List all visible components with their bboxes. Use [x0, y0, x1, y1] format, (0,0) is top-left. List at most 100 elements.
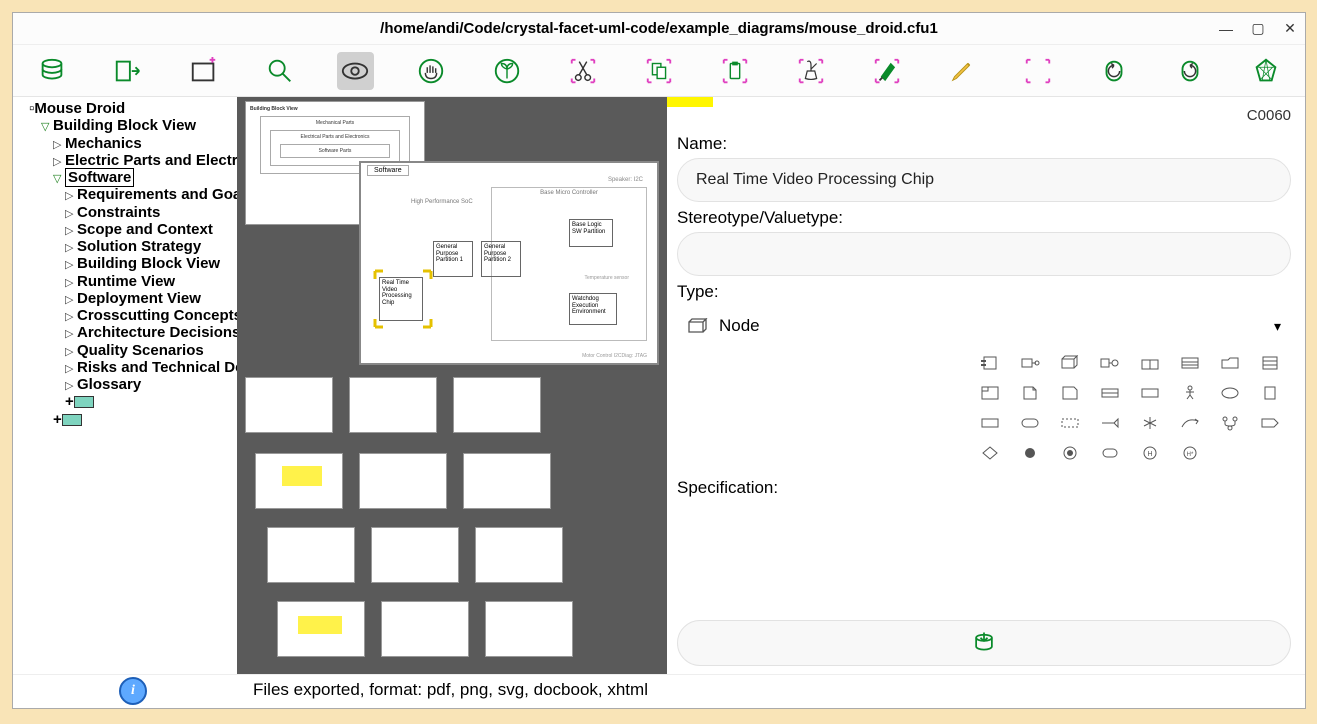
- export-icon[interactable]: [109, 52, 147, 90]
- tree-item[interactable]: Deployment View: [13, 290, 237, 307]
- tree-item[interactable]: Scope and Context: [13, 221, 237, 238]
- node[interactable]: General Purpose Partition 1: [433, 241, 473, 277]
- diagram-thumb[interactable]: [255, 453, 343, 509]
- redo-icon[interactable]: [1171, 52, 1209, 90]
- type-palette: H H*: [975, 350, 1285, 466]
- palette-component-icon[interactable]: [1015, 350, 1045, 376]
- palette-boundary-icon[interactable]: [1255, 380, 1285, 406]
- node-icon: [687, 318, 709, 334]
- view-icon[interactable]: [337, 52, 375, 90]
- palette-state-icon[interactable]: [1095, 440, 1125, 466]
- database-icon[interactable]: [33, 52, 71, 90]
- tree-item[interactable]: Solution Strategy: [13, 238, 237, 255]
- edit-icon[interactable]: [944, 52, 982, 90]
- tree-item[interactable]: Glossary: [13, 376, 237, 393]
- reset-selection-icon[interactable]: [1019, 52, 1057, 90]
- node-selected[interactable]: Real Time Video Processing Chip: [379, 277, 423, 321]
- palette-send-icon[interactable]: [1135, 410, 1165, 436]
- palette-interface-icon[interactable]: [1095, 350, 1125, 376]
- tree-item[interactable]: Quality Scenarios: [13, 342, 237, 359]
- palette-dashed-icon[interactable]: [1055, 410, 1085, 436]
- tree-item[interactable]: Constraints: [13, 204, 237, 221]
- highlight-icon[interactable]: [868, 52, 906, 90]
- node[interactable]: Watchdog Execution Environment: [569, 293, 617, 325]
- palette-initial-icon[interactable]: [1015, 440, 1045, 466]
- tree-item[interactable]: Mechanics: [13, 135, 237, 152]
- tree-item[interactable]: Requirements and Goals: [13, 186, 237, 203]
- diagram-thumb[interactable]: [453, 377, 541, 433]
- window-controls: ― ▢ ✕: [1217, 20, 1299, 38]
- palette-table-icon[interactable]: [1175, 350, 1205, 376]
- info-icon: i: [119, 677, 147, 705]
- palette-decision-icon[interactable]: [975, 440, 1005, 466]
- tree-item[interactable]: Runtime View: [13, 273, 237, 290]
- node[interactable]: General Purpose Partition 2: [481, 241, 521, 277]
- palette-object-icon[interactable]: [1135, 380, 1165, 406]
- cut-icon[interactable]: [564, 52, 602, 90]
- palette-frame-icon[interactable]: [975, 380, 1005, 406]
- type-dropdown[interactable]: Node ▾: [677, 312, 1291, 340]
- tree-item[interactable]: Building Block View: [13, 117, 237, 134]
- minimize-button[interactable]: ―: [1217, 20, 1235, 38]
- palette-history-icon[interactable]: H: [1135, 440, 1165, 466]
- diagram-thumb[interactable]: [485, 601, 573, 657]
- commit-button[interactable]: [677, 620, 1291, 666]
- palette-note-icon[interactable]: [1055, 380, 1085, 406]
- canvas-panel[interactable]: Building Block View Mechanical Parts Ele…: [237, 97, 667, 674]
- close-button[interactable]: ✕: [1281, 20, 1299, 38]
- stereotype-input[interactable]: [677, 232, 1291, 276]
- diagram-thumb[interactable]: [381, 601, 469, 657]
- diagram-thumb[interactable]: [371, 527, 459, 583]
- tree-root[interactable]: Mouse Droid: [13, 100, 237, 117]
- db-save-icon: [970, 629, 998, 657]
- palette-actor-icon[interactable]: [1175, 380, 1205, 406]
- palette-usecase-icon[interactable]: [1215, 380, 1245, 406]
- palette-final-icon[interactable]: [1055, 440, 1085, 466]
- diagram-thumb[interactable]: [349, 377, 437, 433]
- undo-icon[interactable]: [1095, 52, 1133, 90]
- palette-package-icon[interactable]: [1135, 350, 1165, 376]
- diagram-thumb[interactable]: [475, 527, 563, 583]
- paste-icon[interactable]: [716, 52, 754, 90]
- palette-roundrect-icon[interactable]: [1015, 410, 1045, 436]
- palette-node-icon[interactable]: [1055, 350, 1085, 376]
- copy-icon[interactable]: [640, 52, 678, 90]
- tree-add[interactable]: +: [13, 411, 237, 428]
- new-window-icon[interactable]: [185, 52, 223, 90]
- palette-class-icon[interactable]: [1255, 350, 1285, 376]
- palette-fork-icon[interactable]: [1215, 410, 1245, 436]
- diagram-thumb[interactable]: [359, 453, 447, 509]
- palette-flow-icon[interactable]: [1175, 410, 1205, 436]
- diagram-main[interactable]: Software Speaker: I2C Base Micro Control…: [359, 161, 659, 365]
- diagram-thumb[interactable]: [463, 453, 551, 509]
- tree-item[interactable]: Electric Parts and Electronics: [13, 152, 237, 169]
- tree-item[interactable]: Architecture Decisions: [13, 324, 237, 341]
- palette-accept-icon[interactable]: [1095, 410, 1125, 436]
- tree-item[interactable]: Building Block View: [13, 255, 237, 272]
- window-title: /home/andi/Code/crystal-facet-uml-code/e…: [380, 20, 938, 37]
- name-input[interactable]: Real Time Video Processing Chip: [677, 158, 1291, 202]
- search-icon[interactable]: [261, 52, 299, 90]
- about-icon[interactable]: [1247, 52, 1285, 90]
- tree-add[interactable]: +: [13, 393, 237, 410]
- palette-deep-history-icon[interactable]: H*: [1175, 440, 1205, 466]
- diagram-thumb[interactable]: [277, 601, 365, 657]
- diagram-thumb[interactable]: [245, 377, 333, 433]
- tree-item[interactable]: Crosscutting Concepts: [13, 307, 237, 324]
- node[interactable]: Base Logic SW Partition: [569, 219, 613, 247]
- hand-icon[interactable]: [412, 52, 450, 90]
- sprout-icon[interactable]: [488, 52, 526, 90]
- chevron-down-icon: ▾: [1274, 318, 1281, 335]
- delete-icon[interactable]: [792, 52, 830, 90]
- element-id: C0060: [677, 107, 1291, 124]
- palette-folder-icon[interactable]: [1215, 350, 1245, 376]
- palette-rect-icon[interactable]: [975, 410, 1005, 436]
- palette-artifact-icon[interactable]: [1015, 380, 1045, 406]
- palette-block-icon[interactable]: [975, 350, 1005, 376]
- palette-part-icon[interactable]: [1095, 380, 1125, 406]
- maximize-button[interactable]: ▢: [1249, 20, 1267, 38]
- palette-signal-icon[interactable]: [1255, 410, 1285, 436]
- tree-item[interactable]: Risks and Technical Debts: [13, 359, 237, 376]
- tree-item-software[interactable]: Software: [13, 169, 237, 186]
- diagram-thumb[interactable]: [267, 527, 355, 583]
